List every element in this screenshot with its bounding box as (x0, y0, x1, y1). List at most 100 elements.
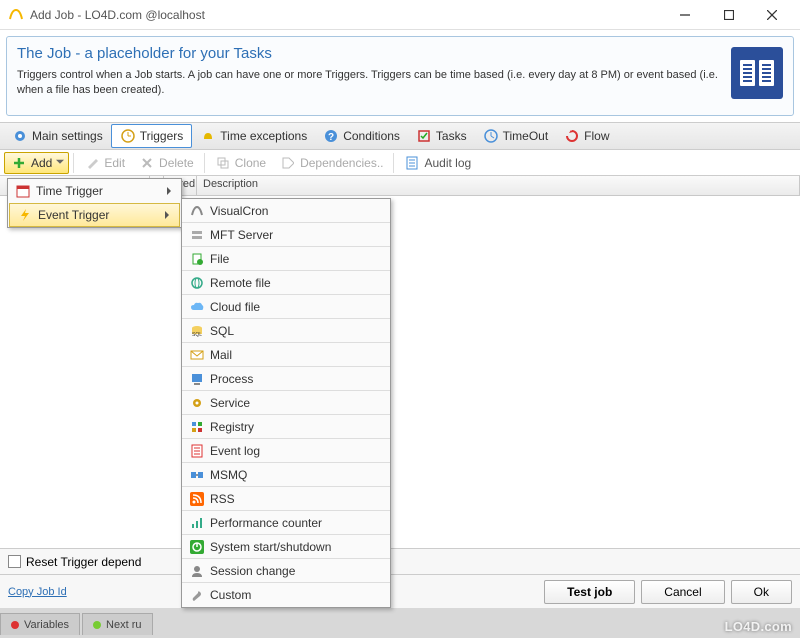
header-description: Triggers control when a Job starts. A jo… (17, 68, 721, 98)
status-dot (11, 621, 19, 629)
header-panel: The Job - a placeholder for your Tasks T… (6, 36, 794, 116)
mail-icon (186, 348, 208, 362)
tab-triggers[interactable]: Triggers (111, 124, 193, 148)
status-label: Variables (24, 619, 69, 631)
status-dot (93, 621, 101, 629)
window-title: Add Job - LO4D.com @localhost (30, 8, 205, 22)
tab-label: Conditions (343, 129, 400, 143)
submenu-performance[interactable]: Performance counter (182, 511, 390, 535)
submenu-mail[interactable]: Mail (182, 343, 390, 367)
chevron-right-icon (167, 187, 175, 195)
title-bar: Add Job - LO4D.com @localhost (0, 0, 800, 30)
book-icon (731, 47, 783, 99)
process-icon (186, 372, 208, 386)
task-icon (416, 128, 432, 144)
close-button[interactable] (752, 1, 792, 29)
gear-icon (186, 396, 208, 410)
tab-label: Flow (584, 129, 609, 143)
window-controls (665, 1, 792, 29)
visualcron-icon (186, 204, 208, 218)
action-bar: Copy Job Id Test job Cancel Ok (0, 574, 800, 608)
clone-label: Clone (235, 156, 266, 170)
tab-tasks[interactable]: Tasks (408, 125, 475, 147)
edit-button[interactable]: Edit (78, 153, 131, 173)
minimize-button[interactable] (665, 1, 705, 29)
delete-label: Delete (159, 156, 194, 170)
audit-log-label: Audit log (424, 156, 471, 170)
menu-label: Event Trigger (36, 208, 165, 222)
header-title: The Job - a placeholder for your Tasks (17, 45, 721, 62)
submenu-session[interactable]: Session change (182, 559, 390, 583)
reset-label: Reset Trigger depend (26, 555, 141, 569)
col-description[interactable]: Description (197, 176, 800, 195)
copy-job-id-link[interactable]: Copy Job Id (8, 586, 67, 598)
calendar-icon (12, 184, 34, 198)
watermark: LO4D.com (725, 619, 792, 634)
add-button[interactable]: Add (4, 152, 69, 174)
tab-time-exceptions[interactable]: Time exceptions (192, 125, 315, 147)
submenu-rss[interactable]: RSS (182, 487, 390, 511)
status-tab-variables[interactable]: Variables (0, 613, 80, 635)
bell-icon (200, 128, 216, 144)
svg-text:SQL: SQL (192, 332, 202, 338)
tab-label: Triggers (140, 129, 184, 143)
menu-item-time-trigger[interactable]: Time Trigger (8, 179, 181, 203)
clone-button[interactable]: Clone (209, 153, 272, 173)
x-icon (139, 155, 155, 171)
svg-text:?: ? (328, 132, 334, 143)
status-tab-next[interactable]: Next ru (82, 613, 152, 635)
tab-label: Tasks (436, 129, 467, 143)
dependencies-label: Dependencies.. (300, 156, 383, 170)
status-label: Next ru (106, 619, 141, 631)
toolbar: Add Edit Delete Clone Dependencies.. Aud… (0, 150, 800, 176)
submenu-service[interactable]: Service (182, 391, 390, 415)
tab-main-settings[interactable]: Main settings (4, 125, 111, 147)
ok-button[interactable]: Ok (731, 580, 792, 604)
session-icon (186, 564, 208, 578)
tab-timeout[interactable]: TimeOut (475, 125, 557, 147)
dependencies-button[interactable]: Dependencies.. (274, 153, 389, 173)
tab-label: Time exceptions (220, 129, 307, 143)
submenu-event-log[interactable]: Event log (182, 439, 390, 463)
file-icon (186, 252, 208, 266)
test-job-button[interactable]: Test job (544, 580, 635, 604)
event-trigger-submenu: VisualCron MFT Server File Remote file C… (181, 198, 391, 608)
content-area (0, 196, 800, 566)
cloud-icon (186, 300, 208, 314)
plus-icon (11, 155, 27, 171)
submenu-file[interactable]: File (182, 247, 390, 271)
submenu-process[interactable]: Process (182, 367, 390, 391)
maximize-button[interactable] (709, 1, 749, 29)
submenu-mft-server[interactable]: MFT Server (182, 223, 390, 247)
reset-bar: Reset Trigger depend (0, 548, 800, 574)
power-icon (186, 540, 208, 554)
submenu-visualcron[interactable]: VisualCron (182, 199, 390, 223)
submenu-msmq[interactable]: MSMQ (182, 463, 390, 487)
chevron-right-icon (165, 211, 173, 219)
add-label: Add (31, 156, 52, 170)
menu-item-event-trigger[interactable]: Event Trigger (9, 203, 180, 227)
submenu-remote-file[interactable]: Remote file (182, 271, 390, 295)
delete-button[interactable]: Delete (133, 153, 200, 173)
lightning-icon (14, 208, 36, 222)
reset-checkbox[interactable] (8, 555, 21, 568)
clock-icon (120, 128, 136, 144)
audit-log-button[interactable]: Audit log (398, 153, 477, 173)
registry-icon (186, 420, 208, 434)
hourglass-icon (483, 128, 499, 144)
log-icon (186, 444, 208, 458)
server-icon (186, 228, 208, 242)
performance-icon (186, 516, 208, 530)
question-icon: ? (323, 128, 339, 144)
submenu-sql[interactable]: SQLSQL (182, 319, 390, 343)
cancel-button[interactable]: Cancel (641, 580, 724, 604)
submenu-cloud-file[interactable]: Cloud file (182, 295, 390, 319)
tab-flow[interactable]: Flow (556, 125, 617, 147)
submenu-registry[interactable]: Registry (182, 415, 390, 439)
clone-icon (215, 155, 231, 171)
submenu-system-start[interactable]: System start/shutdown (182, 535, 390, 559)
pencil-icon (84, 155, 100, 171)
tab-conditions[interactable]: ? Conditions (315, 125, 408, 147)
submenu-custom[interactable]: Custom (182, 583, 390, 607)
tag-icon (280, 155, 296, 171)
